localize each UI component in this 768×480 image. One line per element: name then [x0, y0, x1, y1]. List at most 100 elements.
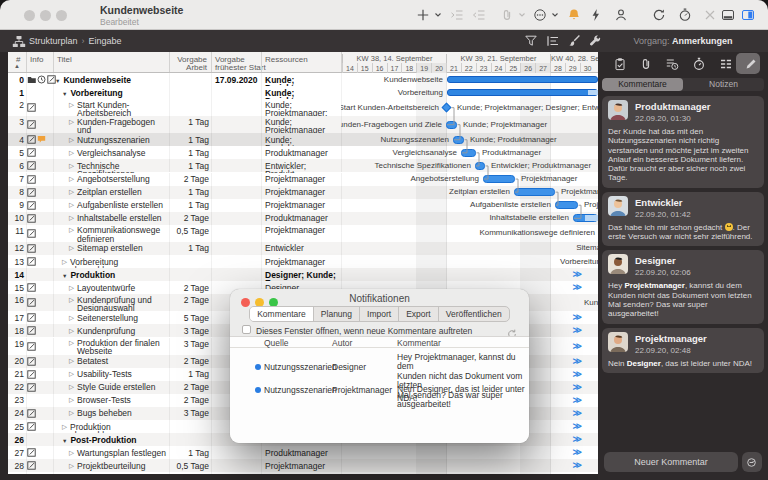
expand-arrow-icon[interactable]: ▷: [69, 149, 74, 157]
task-row[interactable]: 13▷Vorbereitung abgeschlossenProjektmana…: [8, 255, 598, 268]
annotations-pencil-tab[interactable]: [742, 55, 760, 73]
notification-row[interactable]: Nutzungsszenarien Designer Hey Projektma…: [230, 351, 529, 383]
filter-button[interactable]: [524, 34, 539, 49]
gantt-bar[interactable]: [555, 201, 578, 209]
add-button[interactable]: [415, 7, 431, 23]
comment-options-button[interactable]: [742, 452, 762, 472]
more-actions-chevron[interactable]: [547, 7, 563, 23]
expand-arrow-icon[interactable]: ▷: [69, 409, 74, 417]
inspector-tab-kommentare[interactable]: Kommentare: [602, 78, 683, 91]
comment-card[interactable]: Designer22.09.20, 02:06Hey Projektmanage…: [602, 250, 764, 323]
expand-arrow-icon[interactable]: ▷: [69, 327, 74, 335]
dialog-tab-veröffentlichen[interactable]: Veröffentlichen: [439, 307, 509, 321]
comment-card[interactable]: Produktmanager22.09.20, 01:30Der Kunde h…: [602, 96, 764, 188]
gantt-offscreen-marker[interactable]: ≫: [573, 269, 582, 279]
time-tracking-button[interactable]: [677, 7, 693, 23]
gantt-bar[interactable]: [573, 214, 598, 222]
style-button[interactable]: [567, 34, 582, 49]
planned-values-tab[interactable]: [663, 55, 681, 73]
collapse-arrow-icon[interactable]: ▼: [62, 437, 67, 445]
task-row[interactable]: 11▷Kommunikationswege definieren0,5 Tage…: [8, 225, 598, 242]
dialog-tab-import[interactable]: Import: [360, 307, 399, 321]
collapse-arrow-icon[interactable]: ▼: [62, 272, 67, 280]
task-row[interactable]: 9▷Aufgabenliste erstellen1 TagProjektman…: [8, 199, 598, 212]
indent-button[interactable]: [449, 7, 465, 23]
gantt-offscreen-marker[interactable]: ≫: [573, 395, 582, 405]
notifications-bell-button[interactable]: [566, 7, 582, 23]
col-title[interactable]: Titel: [57, 55, 72, 64]
minimize-window-button[interactable]: [40, 10, 51, 21]
expand-arrow-icon[interactable]: ▷: [69, 188, 74, 196]
expand-arrow-icon[interactable]: ▷: [69, 175, 74, 183]
expand-arrow-icon[interactable]: ▷: [69, 101, 74, 118]
breadcrumb[interactable]: Strukturplan›Eingabe: [29, 36, 122, 46]
expand-arrow-icon[interactable]: ▷: [69, 244, 74, 252]
task-row[interactable]: 8▷Zeitplan erstellen1 TagProjektmanagerZ…: [8, 186, 598, 199]
gantt-offscreen-marker[interactable]: ≫: [573, 421, 582, 431]
expand-arrow-icon[interactable]: ▷: [69, 226, 74, 243]
outline-options-button[interactable]: [546, 34, 561, 49]
gantt-bar[interactable]: [446, 121, 457, 129]
gantt-offscreen-marker[interactable]: ≫: [573, 473, 582, 474]
inspector-tab-notizen[interactable]: Notizen: [683, 78, 764, 91]
gantt-offscreen-marker[interactable]: ≫: [573, 408, 582, 418]
dialog-tab-kommentare[interactable]: Kommentare: [250, 307, 314, 321]
expand-arrow-icon[interactable]: ▷: [69, 136, 74, 144]
outdent-button[interactable]: [471, 7, 487, 23]
expand-arrow-icon[interactable]: ▷: [69, 449, 74, 457]
expand-arrow-icon[interactable]: ▷: [69, 284, 74, 292]
checklist-tab[interactable]: [611, 55, 629, 73]
new-comment-button[interactable]: Neuer Kommentar: [604, 452, 738, 472]
attach-button[interactable]: [499, 7, 515, 23]
expand-arrow-icon[interactable]: ▷: [69, 383, 74, 391]
task-row[interactable]: 29▷Finale Präsentation0,5 TageKunde; Pro…: [8, 472, 598, 474]
time-tab[interactable]: [690, 55, 708, 73]
dialog-col-autor[interactable]: Autor: [332, 338, 352, 348]
task-row[interactable]: 2▷Start Kunden- ArbeitsbereichKunde; Pro…: [8, 99, 598, 116]
expand-arrow-icon[interactable]: ▷: [69, 462, 74, 470]
gantt-offscreen-marker[interactable]: ≫: [573, 341, 582, 351]
gantt-offscreen-marker[interactable]: ≫: [573, 312, 582, 322]
columns-tab[interactable]: [717, 55, 735, 73]
expand-arrow-icon[interactable]: ▷: [69, 370, 74, 378]
task-row[interactable]: 4▷Nutzungsszenarien1 TagKunde; Produktma…: [8, 133, 598, 146]
gantt-bar[interactable]: [453, 136, 464, 144]
add-menu-chevron[interactable]: [430, 7, 446, 23]
comment-card[interactable]: Entwickler22.09.20, 01:42Das habe ich mi…: [602, 192, 764, 247]
gantt-bar[interactable]: [461, 149, 476, 157]
gantt-offscreen-marker[interactable]: ≫: [573, 382, 582, 392]
attachments-tab[interactable]: [637, 55, 655, 73]
task-row[interactable]: 7▷Angebotserstellung2 TageProjektmanager…: [8, 173, 598, 186]
actions-bolt-button[interactable]: [588, 7, 604, 23]
gantt-bar[interactable]: [447, 89, 598, 96]
gantt-offscreen-marker[interactable]: ≫: [573, 369, 582, 379]
gantt-bar[interactable]: [514, 188, 555, 196]
task-row[interactable]: 5▷Vergleichsanalyse1 TagProduktmanagerVe…: [8, 146, 598, 159]
task-row[interactable]: 3▷Kunden-Fragebogen und Ziele1 TagKunde;…: [8, 116, 598, 133]
more-actions-button[interactable]: [532, 7, 548, 23]
expand-arrow-icon[interactable]: ▷: [69, 214, 74, 222]
expand-arrow-icon[interactable]: ▷: [69, 201, 74, 209]
gantt-bar[interactable]: [475, 162, 485, 170]
task-row[interactable]: 1▼VorbereitungKunde; Projektman…Vorberei…: [8, 86, 598, 99]
task-row[interactable]: 10▷Inhaltstabelle erstellen2 TageProdukt…: [8, 212, 598, 225]
gantt-offscreen-marker[interactable]: ≫: [573, 447, 582, 457]
task-row[interactable]: 14▼ProduktionDesigner; Kunde; E…≫: [8, 268, 598, 281]
task-row[interactable]: 12▷Sitemap erstellen1 TagEntwicklerSitem…: [8, 242, 598, 255]
gantt-offscreen-marker[interactable]: ≫: [573, 282, 582, 292]
expand-arrow-icon[interactable]: ▷: [69, 357, 74, 365]
task-row[interactable]: 27▷Wartungsplan festlegen1 TagProduktman…: [8, 446, 598, 459]
dialog-col-kommentar[interactable]: Kommentar: [397, 338, 441, 348]
collapse-arrow-icon[interactable]: ▼: [55, 77, 60, 85]
col-info[interactable]: Info: [30, 55, 43, 64]
toggle-right-panel-button[interactable]: [740, 7, 756, 23]
gantt-bar[interactable]: [447, 76, 598, 83]
expand-arrow-icon[interactable]: ▷: [69, 339, 74, 356]
expand-arrow-icon[interactable]: ▷: [69, 396, 74, 404]
refresh-button[interactable]: [651, 7, 667, 23]
collapse-arrow-icon[interactable]: ▼: [62, 90, 67, 98]
close-window-button[interactable]: [24, 10, 35, 21]
resources-button[interactable]: [613, 7, 629, 23]
gantt-offscreen-marker[interactable]: ≫: [573, 325, 582, 335]
gantt-offscreen-marker[interactable]: ≫: [573, 356, 582, 366]
